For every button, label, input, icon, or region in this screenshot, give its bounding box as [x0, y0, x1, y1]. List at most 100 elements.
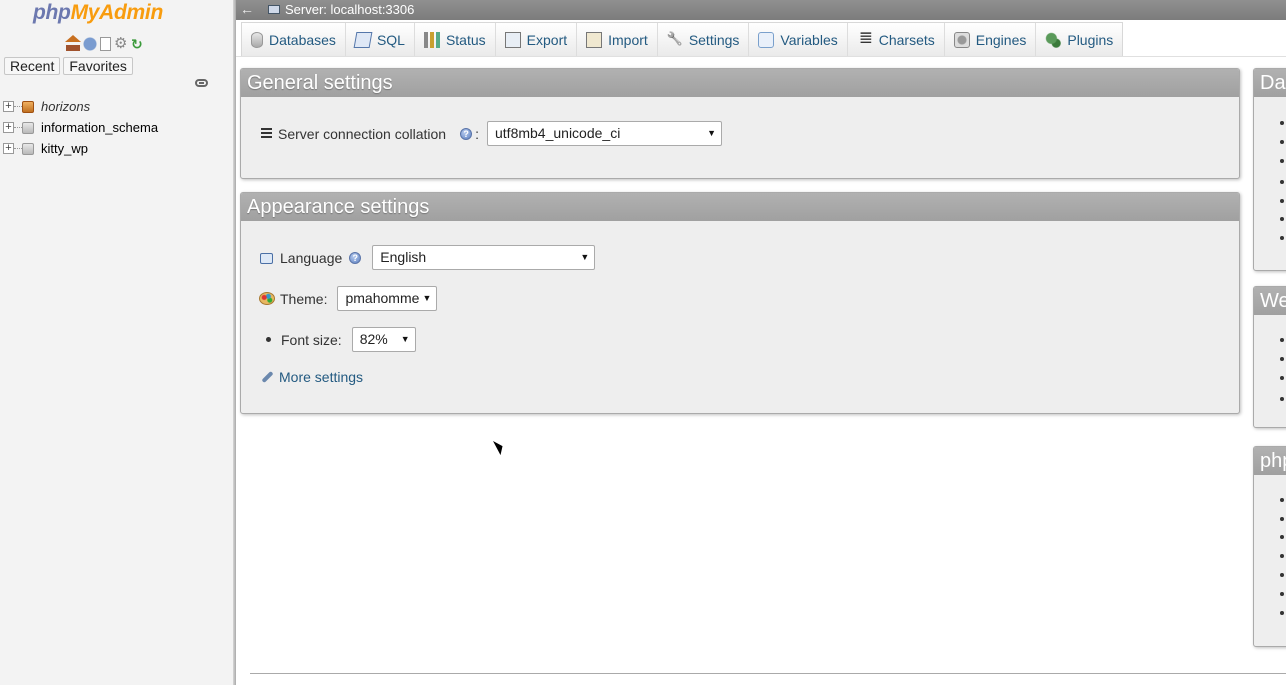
database-item-information-schema[interactable]: + information_schema: [0, 117, 200, 138]
top-menu: Databases SQL Status Export Import Setti…: [236, 20, 1286, 57]
theme-value: pmahomme: [345, 290, 420, 306]
expand-icon[interactable]: +: [3, 122, 14, 133]
engines-icon: [953, 31, 970, 48]
more-settings-row: More settings: [259, 369, 363, 385]
language-row: Language ? English: [259, 245, 596, 270]
tab-settings[interactable]: Settings: [658, 23, 750, 56]
tab-favorites[interactable]: Favorites: [63, 57, 133, 75]
database-name[interactable]: information_schema: [41, 120, 158, 135]
breadcrumb-server[interactable]: Server: localhost:3306: [285, 2, 414, 17]
tab-charsets[interactable]: Charsets: [848, 23, 945, 56]
help-icon[interactable]: ?: [349, 251, 362, 264]
export-icon: [504, 31, 521, 48]
collation-colon: :: [475, 125, 479, 142]
tab-import[interactable]: Import: [577, 23, 658, 56]
database-name[interactable]: horizons: [41, 99, 90, 114]
wrench-icon: [259, 369, 275, 385]
link-with-main-panel-icon[interactable]: [195, 79, 208, 87]
settings-gear-icon[interactable]: ⚙: [114, 36, 128, 51]
tab-recent[interactable]: Recent: [4, 57, 61, 75]
tab-label: Settings: [688, 31, 740, 48]
font-size-value: 82%: [359, 331, 388, 347]
footer-divider: [250, 673, 1286, 674]
database-name[interactable]: kitty_wp: [41, 141, 88, 156]
collation-label: Server connection collation: [278, 125, 447, 142]
database-item-horizons[interactable]: + horizons: [0, 96, 200, 117]
documentation-icon[interactable]: [100, 37, 111, 51]
phpmyadmin-info-panel: php: [1253, 446, 1286, 647]
database-icon: [22, 142, 34, 155]
phpmyadmin-logo[interactable]: phpMyAdmin: [33, 1, 163, 25]
database-item-kitty-wp[interactable]: + kitty_wp: [0, 138, 200, 159]
panel-title: Da: [1254, 69, 1286, 97]
tab-engines[interactable]: Engines: [945, 23, 1037, 56]
database-icon: [22, 100, 34, 113]
charsets-icon: [857, 28, 873, 48]
mouse-cursor-icon: [493, 438, 506, 456]
panel-title: We: [1254, 287, 1286, 315]
tab-label: Import: [608, 31, 648, 48]
web-server-panel: We: [1253, 286, 1286, 428]
tab-label: Export: [526, 31, 568, 48]
more-settings-link[interactable]: More settings: [279, 369, 363, 385]
language-select[interactable]: English: [372, 245, 596, 270]
appearance-settings-panel: Appearance settings Language ? English T…: [240, 192, 1240, 414]
collation-value: utf8mb4_unicode_ci: [495, 125, 621, 141]
home-icon[interactable]: [65, 35, 81, 51]
panel-title: Appearance settings: [241, 193, 1239, 221]
theme-select[interactable]: pmahomme: [337, 286, 438, 311]
expand-icon[interactable]: +: [3, 101, 14, 112]
server-breadcrumb-bar: ← Server: localhost:3306: [236, 0, 1286, 20]
reload-icon[interactable]: ↻: [131, 37, 145, 51]
tab-label: SQL: [376, 31, 405, 48]
font-size-label: Font size:: [281, 331, 342, 348]
sql-icon: [353, 31, 373, 48]
tab-status[interactable]: Status: [415, 23, 496, 56]
tab-export[interactable]: Export: [496, 23, 578, 56]
list-icon: [261, 128, 272, 139]
panel-title: General settings: [241, 69, 1239, 97]
general-settings-panel: General settings Server connection colla…: [240, 68, 1240, 179]
collapse-nav-arrow-icon[interactable]: ←: [240, 1, 254, 17]
database-server-panel: Da: [1253, 68, 1286, 271]
server-icon: [268, 5, 280, 14]
font-size-select[interactable]: 82%: [351, 327, 416, 352]
expand-icon[interactable]: +: [3, 143, 14, 154]
tab-databases[interactable]: Databases: [242, 23, 346, 56]
theme-row: Theme: pmahomme: [259, 286, 438, 311]
help-icon[interactable]: ?: [460, 127, 473, 140]
language-value: English: [380, 249, 427, 265]
tree-connector: [14, 148, 22, 149]
tree-connector: [14, 106, 22, 107]
tab-label: Variables: [780, 31, 838, 48]
tab-label: Engines: [975, 31, 1027, 48]
nav-icon-bar: ⚙ ↻: [65, 35, 145, 51]
tab-plugins[interactable]: Plugins: [1036, 23, 1122, 56]
database-tree: + horizons + information_schema + kitty_…: [0, 96, 200, 159]
status-icon: [423, 31, 440, 48]
theme-label: Theme:: [280, 290, 328, 307]
nav-tabs: Recent Favorites: [4, 57, 133, 75]
collation-select[interactable]: utf8mb4_unicode_ci: [487, 121, 722, 146]
database-icon: [22, 121, 34, 134]
nav-resize-handle[interactable]: [233, 0, 236, 685]
import-icon: [586, 31, 603, 48]
tab-label: Databases: [269, 31, 336, 48]
tab-sql[interactable]: SQL: [346, 23, 415, 56]
panel-title: php: [1254, 447, 1286, 475]
help-icon[interactable]: [83, 37, 97, 51]
tab-label: Charsets: [878, 31, 935, 48]
bullet: [266, 337, 271, 342]
database-icon: [251, 31, 263, 48]
collation-row: Server connection collation ? : utf8mb4_…: [261, 121, 722, 146]
navigation-panel: phpMyAdmin ⚙ ↻ Recent Favorites + horizo…: [0, 0, 233, 685]
wrench-icon: [667, 32, 683, 48]
language-icon: [259, 250, 275, 266]
variables-icon: [758, 31, 775, 48]
tab-label: Status: [445, 31, 486, 48]
tab-variables[interactable]: Variables: [749, 23, 848, 56]
menu-tabs: Databases SQL Status Export Import Setti…: [241, 22, 1124, 56]
font-size-row: Font size: 82%: [266, 327, 416, 352]
language-label: Language: [280, 249, 343, 266]
tab-label: Plugins: [1067, 31, 1114, 48]
